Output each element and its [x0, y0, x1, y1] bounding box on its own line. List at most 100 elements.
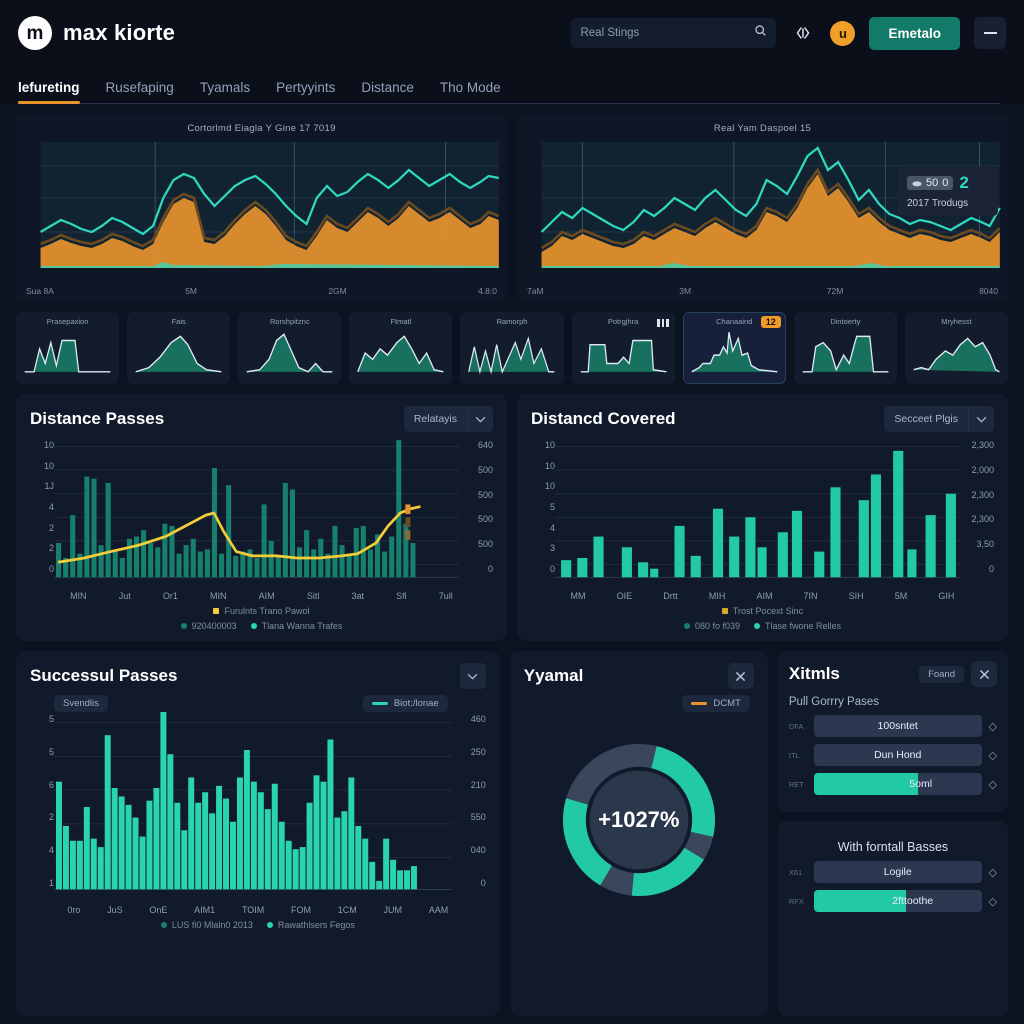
xitmls-row[interactable]: DFA 100sntet ◇	[789, 715, 997, 737]
x-tick: JuS	[107, 905, 123, 915]
card-title: Xitmls	[788, 664, 840, 683]
xitmls-row[interactable]: ITL Dun Hond ◇	[789, 744, 997, 766]
y-tick: 0	[549, 563, 555, 574]
diamond-caret-icon[interactable]: ◇	[989, 749, 997, 762]
y-axis-left: 10 10 10 5 4 3 0	[531, 438, 555, 588]
avatar[interactable]: u	[830, 20, 856, 46]
legend-item: LUS fi0 Mlaln0 2013	[160, 920, 253, 930]
y-tick: 5	[48, 714, 54, 724]
row-bar[interactable]: Logile	[813, 861, 982, 883]
xitmls-close-button[interactable]	[971, 661, 997, 687]
hero-left-xtick: 2GM	[328, 286, 347, 296]
brand[interactable]: m max kiorte	[18, 16, 175, 50]
distance-covered-xaxis: MM OIE Drtt MIH AIM 7IN SIH 5M GIH	[531, 588, 994, 601]
thumbnail-label: Prasepaxion	[46, 317, 89, 326]
donut-center-value: +1027%	[598, 806, 680, 832]
search-icon[interactable]	[754, 24, 767, 42]
tab-tyamals[interactable]: Tyamals	[200, 80, 250, 104]
tab-lefureting[interactable]: lefureting	[18, 80, 80, 104]
x-tick: MIH	[708, 591, 726, 601]
hero-chart-right[interactable]: Real Yam Daspoel 15 50 0 2 2017 Trodugs …	[517, 114, 1008, 302]
hero-right-xtick: 8040	[979, 286, 998, 296]
distance-covered-legend-secondary: 080 fo f039 Tlase fwone Relles	[531, 616, 994, 631]
xitmls-found-button[interactable]: Foand	[919, 665, 964, 683]
diamond-caret-icon[interactable]: ◇	[989, 778, 997, 791]
tab-pertyyints[interactable]: Pertyyints	[276, 80, 335, 104]
diamond-caret-icon[interactable]: ◇	[989, 866, 997, 879]
y-axis-right: 640 500 500 500 500 0	[459, 438, 493, 588]
legend-line-swatch	[691, 702, 708, 705]
plot-area	[54, 712, 452, 902]
thumbnail-card[interactable]: Ftmatl	[349, 312, 453, 384]
tab-distance[interactable]: Distance	[361, 80, 414, 104]
thumbnail-strip: Prasepaxion Fais Rorshpitznc Ftmatl Ramo…	[16, 312, 1008, 384]
row-bar[interactable]: Dun Hond	[813, 744, 982, 766]
hero-right-xtick: 3M	[679, 286, 692, 296]
thumbnail-label: Ramorph	[496, 317, 528, 326]
yyamal-close-button[interactable]	[727, 663, 754, 689]
distance-passes-plot[interactable]: 10 10 1J 4 2 2 0 640 500 500 500 500 0	[30, 438, 493, 588]
thumbnail-card[interactable]: Mryhesst	[904, 312, 1008, 384]
card-title: Yyamal	[523, 666, 584, 685]
xitmls-row[interactable]: RFX 2fttoothe ◇	[789, 890, 997, 912]
yyamal-donut[interactable]: +1027%	[524, 712, 754, 927]
emetalo-button[interactable]: Emetalo	[869, 16, 960, 50]
x-tick: Drtt	[663, 591, 678, 601]
row-bar[interactable]: 2fttoothe	[813, 890, 982, 912]
legend-swatch	[160, 922, 167, 928]
distance-passes-legend-primary: Furulnts Trano Pawol	[30, 601, 493, 616]
successful-passes-plot[interactable]: 5 5 6 2 4 1 460 250 210 550 040 0	[30, 712, 486, 902]
y-tick-right: 250	[470, 746, 486, 757]
tab-tho-mode[interactable]: Tho Mode	[440, 80, 501, 104]
legend-swatch	[213, 608, 220, 614]
distance-passes-svg	[54, 440, 459, 578]
legend-swatch	[250, 623, 257, 629]
successful-passes-svg	[54, 712, 452, 890]
y-tick-right: 210	[470, 779, 486, 790]
thumbnail-card[interactable]: Potrgjhra	[571, 312, 675, 384]
row-bar[interactable]: 5oml	[813, 773, 982, 795]
distance-covered-plot[interactable]: 10 10 10 5 4 3 0 2,300 2,000 2,300 2,300…	[531, 438, 994, 588]
thumbnail-card[interactable]: Dintoerty	[793, 312, 897, 384]
thumbnail-card[interactable]: Ramorph	[460, 312, 564, 384]
chevron-down-icon[interactable]	[467, 406, 493, 432]
tab-rusefaping[interactable]: Rusefaping	[106, 80, 174, 104]
thumbnail-card-selected[interactable]: Chanaaind 12	[682, 312, 786, 384]
app-header: m max kiorte u Emetalo	[0, 0, 1024, 66]
hamburger-menu-icon[interactable]	[974, 17, 1006, 49]
row-key: RFX	[788, 896, 804, 906]
y-tick-right: 0	[480, 877, 486, 888]
select-label: Secceet Plgis	[894, 413, 958, 425]
xitmls-row[interactable]: X61 Logile ◇	[789, 861, 997, 883]
search-input[interactable]	[580, 27, 749, 39]
signal-bar	[657, 319, 660, 327]
y-tick-right: 3,50	[976, 539, 994, 550]
hero-chart-left[interactable]: Cortorlmd Eiagla Y Gine 17 7019 Sua 8A 5…	[16, 114, 507, 302]
distance-covered-select[interactable]: Secceet Plgis	[884, 406, 994, 432]
diamond-caret-icon[interactable]: ◇	[989, 720, 997, 733]
distance-passes-select[interactable]: Relatayis	[403, 406, 493, 432]
code-brackets-icon[interactable]	[790, 20, 816, 46]
successful-passes-collapse-button[interactable]	[459, 663, 486, 689]
thumbnail-card[interactable]: Fais	[127, 312, 231, 384]
card-distance-passes: Distance Passes Relatayis 10 10 1J 4 2 2…	[16, 394, 507, 641]
y-tick-right: 550	[470, 812, 486, 823]
xitmls-row[interactable]: RET 5oml ◇	[789, 773, 997, 795]
select-label: Relatayis	[413, 413, 457, 425]
successful-passes-legend-chip[interactable]: Biot:/lonae	[362, 695, 448, 712]
x-tick: 7IN	[803, 591, 818, 601]
card-distance-covered: Distancd Covered Secceet Plgis 10 10 10 …	[517, 394, 1008, 641]
row-bar[interactable]: 100sntet	[813, 715, 982, 737]
hero-left-plot[interactable]	[16, 136, 507, 284]
successful-passes-badge[interactable]: Svendlis	[54, 695, 108, 712]
hero-right-tooltip: 50 0 2 2017 Trodugs	[898, 166, 998, 216]
yyamal-legend-chip[interactable]: DCMT	[682, 695, 750, 712]
hero-right-plot[interactable]: 50 0 2 2017 Trodugs	[517, 136, 1008, 284]
thumbnail-card[interactable]: Prasepaxion	[16, 312, 120, 384]
thumbnail-card[interactable]: Rorshpitznc	[238, 312, 342, 384]
search-box[interactable]	[571, 18, 777, 48]
successful-passes-legend: LUS fi0 Mlaln0 2013 Rawathlsers Fegos	[30, 915, 486, 930]
chevron-down-icon[interactable]	[968, 406, 994, 432]
diamond-caret-icon[interactable]: ◇	[989, 895, 997, 908]
thumbnail-sparkline	[24, 339, 111, 373]
